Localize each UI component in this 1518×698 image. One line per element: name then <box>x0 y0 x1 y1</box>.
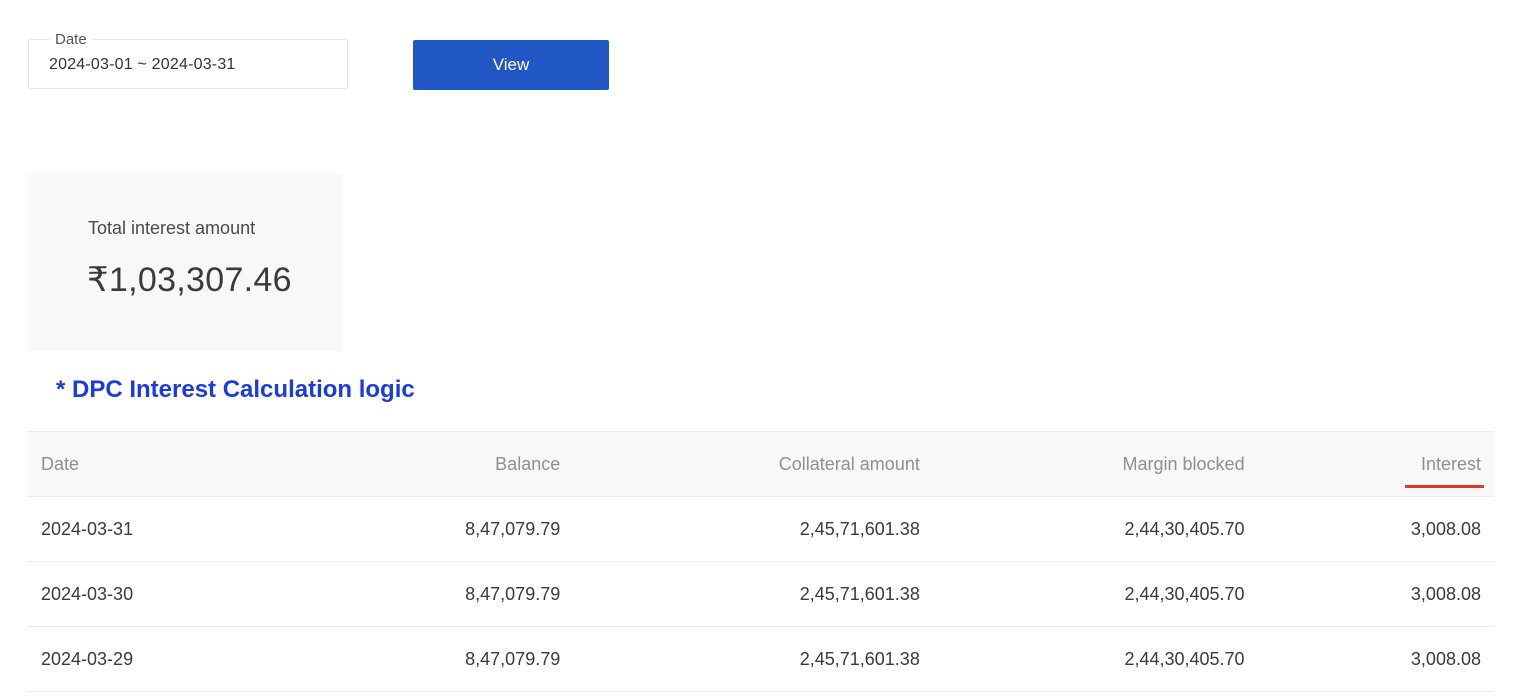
cell-balance: 8,47,079.79 <box>242 626 574 692</box>
date-range-value[interactable]: 2024-03-01 ~ 2024-03-31 <box>49 56 236 74</box>
column-header-interest[interactable]: Interest <box>1257 431 1494 497</box>
cell-date: 2024-03-31 <box>28 496 243 562</box>
column-header-date[interactable]: Date <box>28 431 243 497</box>
column-header-margin[interactable]: Margin blocked <box>932 431 1258 497</box>
view-button[interactable]: View <box>413 40 609 90</box>
date-range-field[interactable]: Date 2024-03-01 ~ 2024-03-31 <box>28 31 348 89</box>
table-row: 2024-03-31 8,47,079.79 2,45,71,601.38 2,… <box>28 496 1494 562</box>
table-header-row: Date Balance Collateral amount Margin bl… <box>28 431 1494 497</box>
sort-indicator <box>1405 485 1484 488</box>
cell-margin: 2,44,30,405.70 <box>932 496 1258 562</box>
interest-calculation-logic-link[interactable]: * DPC Interest Calculation logic <box>56 376 415 404</box>
cell-margin: 2,44,30,405.70 <box>932 561 1258 627</box>
date-field-label: Date <box>49 31 93 49</box>
cell-date: 2024-03-29 <box>28 626 243 692</box>
cell-interest: 3,008.08 <box>1257 496 1494 562</box>
table-row: 2024-03-30 8,47,079.79 2,45,71,601.38 2,… <box>28 561 1494 627</box>
column-header-balance[interactable]: Balance <box>242 431 574 497</box>
cell-collateral: 2,45,71,601.38 <box>573 496 933 562</box>
cell-balance: 8,47,079.79 <box>242 496 574 562</box>
cell-collateral: 2,45,71,601.38 <box>573 561 933 627</box>
cell-margin: 2,44,30,405.70 <box>932 626 1258 692</box>
interest-table: Date Balance Collateral amount Margin bl… <box>28 431 1494 692</box>
table-row: 2024-03-29 8,47,079.79 2,45,71,601.38 2,… <box>28 626 1494 692</box>
total-interest-amount: ₹1,03,307.46 <box>87 261 292 299</box>
column-header-collateral[interactable]: Collateral amount <box>573 431 933 497</box>
cell-collateral: 2,45,71,601.38 <box>573 626 933 692</box>
total-interest-label: Total interest amount <box>88 218 256 238</box>
cell-date: 2024-03-30 <box>28 561 243 627</box>
cell-interest: 3,008.08 <box>1257 626 1494 692</box>
cell-balance: 8,47,079.79 <box>242 561 574 627</box>
column-header-interest-label: Interest <box>1420 453 1481 474</box>
total-interest-card: Total interest amount ₹1,03,307.46 <box>28 174 342 351</box>
cell-interest: 3,008.08 <box>1257 561 1494 627</box>
